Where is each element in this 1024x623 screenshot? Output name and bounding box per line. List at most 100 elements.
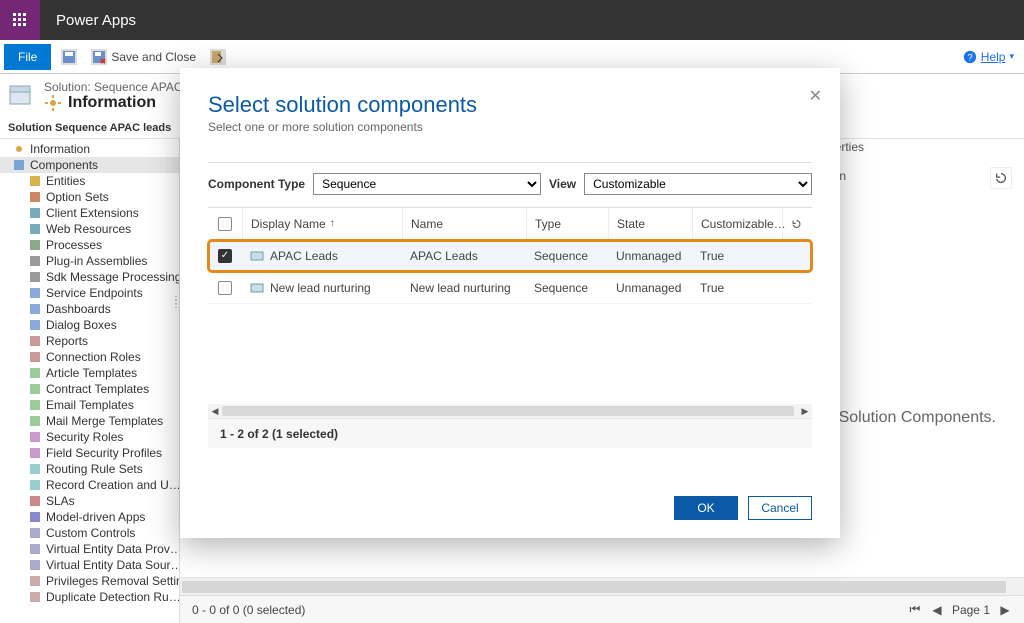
col-state[interactable]: State — [608, 208, 692, 239]
nav-item[interactable]: Reports — [0, 333, 179, 349]
table-row[interactable]: New lead nurturingNew lead nurturingSequ… — [208, 272, 812, 304]
col-display-name[interactable]: Display Name↑ — [242, 208, 402, 239]
nav-item[interactable]: Virtual Entity Data Prov… — [0, 541, 179, 557]
nav-item-icon — [28, 190, 42, 204]
nav-item[interactable]: Record Creation and U… — [0, 477, 179, 493]
sequence-icon — [250, 281, 264, 295]
file-button[interactable]: File — [4, 44, 51, 70]
nav-item-icon — [28, 382, 42, 396]
help-label: Help — [981, 50, 1006, 64]
nav-item[interactable]: Mail Merge Templates — [0, 413, 179, 429]
save-button[interactable] — [61, 49, 77, 65]
nav-item-label: Reports — [46, 334, 88, 348]
nav-item-label: Model-driven Apps — [46, 510, 145, 524]
nav-item-icon — [28, 366, 42, 380]
close-button[interactable]: ✕ — [809, 86, 822, 106]
nav-item[interactable]: SLAs — [0, 493, 179, 509]
cancel-button[interactable]: Cancel — [748, 496, 812, 520]
nav-item-icon — [28, 270, 42, 284]
cell-type: Sequence — [526, 249, 608, 263]
grid-status: 1 - 2 of 2 (1 selected) — [208, 418, 812, 448]
nav-item[interactable]: Entities — [0, 173, 179, 189]
col-type[interactable]: Type — [526, 208, 608, 239]
col-name[interactable]: Name — [402, 208, 526, 239]
component-type-label: Component Type — [208, 177, 305, 191]
save-close-icon — [91, 49, 107, 65]
nav-item-label: Custom Controls — [46, 526, 135, 540]
col-customizable[interactable]: Customizable… — [692, 208, 782, 239]
row-checkbox[interactable] — [218, 249, 232, 263]
cell-name: APAC Leads — [402, 249, 526, 263]
nav-item-label: SLAs — [46, 494, 75, 508]
sort-asc-icon: ↑ — [330, 218, 335, 229]
nav-item-label: Virtual Entity Data Prov… — [46, 542, 179, 556]
resize-handle-icon[interactable]: ⋮⋮ — [171, 299, 180, 307]
nav-item-icon — [28, 574, 42, 588]
nav-item-label: Mail Merge Templates — [46, 414, 163, 428]
nav-item[interactable]: Security Roles — [0, 429, 179, 445]
nav-item[interactable]: Model-driven Apps — [0, 509, 179, 525]
grid-refresh-button[interactable] — [782, 208, 810, 239]
cell-type: Sequence — [526, 281, 608, 295]
nav-item-label: Dashboards — [46, 302, 111, 316]
nav-item-icon — [28, 590, 42, 604]
nav-item[interactable]: Duplicate Detection Ru… — [0, 589, 179, 605]
nav-item-label: Contract Templates — [46, 382, 149, 396]
nav-item[interactable]: Privileges Removal Setting — [0, 573, 179, 589]
grid-horizontal-scrollbar[interactable]: ◀ ▶ — [208, 404, 812, 418]
app-launcher-icon[interactable] — [0, 0, 40, 40]
component-type-select[interactable]: Sequence — [313, 173, 541, 195]
nav-item-icon — [28, 542, 42, 556]
export-icon — [210, 49, 226, 65]
ok-button[interactable]: OK — [674, 496, 738, 520]
export-button[interactable] — [210, 49, 226, 65]
nav-item[interactable]: Contract Templates — [0, 381, 179, 397]
nav-item-icon — [28, 302, 42, 316]
row-checkbox[interactable] — [218, 281, 232, 295]
nav-item[interactable]: Field Security Profiles — [0, 445, 179, 461]
nav-item-label: Plug-in Assemblies — [46, 254, 147, 268]
nav-information[interactable]: Information — [0, 141, 179, 157]
background-hint: e Solution Components. — [825, 409, 996, 427]
nav-label: Components — [30, 158, 98, 172]
cell-state: Unmanaged — [608, 281, 692, 295]
nav-item[interactable]: Service Endpoints — [0, 285, 179, 301]
svg-text:?: ? — [967, 52, 972, 63]
nav-item[interactable]: Client Extensions — [0, 205, 179, 221]
nav-item[interactable]: Plug-in Assemblies — [0, 253, 179, 269]
refresh-button[interactable] — [990, 167, 1012, 189]
nav-item[interactable]: Web Resources — [0, 221, 179, 237]
table-row[interactable]: APAC LeadsAPAC LeadsSequenceUnmanagedTru… — [208, 240, 812, 272]
nav-item[interactable]: Option Sets — [0, 189, 179, 205]
nav-item[interactable]: Processes — [0, 237, 179, 253]
nav-item[interactable]: Sdk Message Processing… — [0, 269, 179, 285]
nav-item-icon — [28, 174, 42, 188]
nav-item-label: Virtual Entity Data Sour… — [46, 558, 179, 572]
scroll-right-icon[interactable]: ▶ — [798, 404, 812, 418]
components-grid: Display Name↑ Name Type State Customizab… — [208, 207, 812, 448]
nav-item[interactable]: Email Templates — [0, 397, 179, 413]
nav-item[interactable]: Article Templates — [0, 365, 179, 381]
top-bar: Power Apps — [0, 0, 1024, 40]
nav-item-icon — [28, 430, 42, 444]
nav-item-label: Sdk Message Processing… — [46, 270, 179, 284]
dialog-title: Select solution components — [208, 92, 812, 118]
nav-item-icon — [28, 462, 42, 476]
nav-item[interactable]: Dialog Boxes — [0, 317, 179, 333]
nav-item[interactable]: Connection Roles — [0, 349, 179, 365]
nav-item[interactable]: Dashboards — [0, 301, 179, 317]
nav-item[interactable]: Routing Rule Sets — [0, 461, 179, 477]
nav-item[interactable]: Virtual Entity Data Sour… — [0, 557, 179, 573]
app-title: Power Apps — [56, 12, 136, 29]
scroll-left-icon[interactable]: ◀ — [208, 404, 222, 418]
cell-name: New lead nurturing — [402, 281, 526, 295]
nav-label: Information — [30, 142, 90, 156]
help-link[interactable]: ? Help ▾ — [963, 50, 1014, 64]
horizontal-scrollbar[interactable] — [180, 577, 1024, 595]
view-select[interactable]: Customizable — [584, 173, 812, 195]
nav-components[interactable]: Components — [0, 157, 179, 173]
save-close-button[interactable]: Save and Close — [91, 49, 196, 65]
select-all-checkbox[interactable] — [218, 217, 232, 231]
nav-item[interactable]: Custom Controls — [0, 525, 179, 541]
left-nav[interactable]: Information Components EntitiesOption Se… — [0, 139, 180, 623]
